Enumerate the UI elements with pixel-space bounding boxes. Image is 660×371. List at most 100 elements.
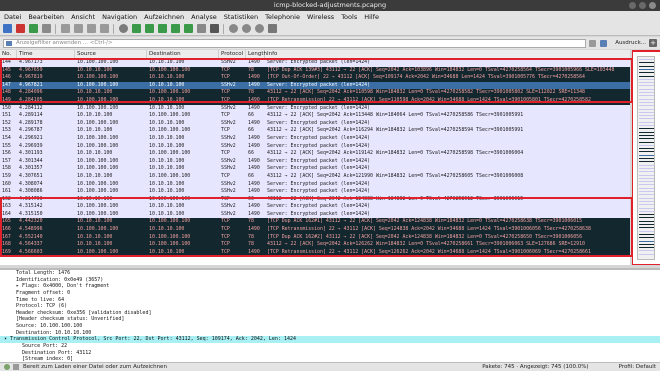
menu-telephony[interactable]: Telephonie [265, 13, 300, 21]
detail-line[interactable]: Source: 10.100.100.100 [0, 323, 660, 330]
packet-cell-info: Server: Encrypted packet (len=1424) [267, 59, 371, 65]
menu-edit[interactable]: Bearbeiten [28, 13, 64, 21]
packet-row[interactable]: 168 4.564337 10.10.10.100 10.100.100.100 TCP… [0, 241, 630, 249]
col-header-length[interactable]: Length [246, 50, 267, 58]
display-filter-input[interactable]: Anzeigefilter anwenden ... <Ctrl-/> [3, 38, 587, 48]
detail-line[interactable]: Source Port: 22 [0, 343, 660, 350]
filter-apply-icon[interactable] [600, 39, 608, 47]
packet-row[interactable]: 145 4.967659 10.10.10.100 10.100.100.100 TCP… [0, 66, 630, 75]
packet-row[interactable]: 151 4.289114 10.10.10.100 10.100.100.100 TCP… [0, 112, 630, 120]
zoom-reset-icon[interactable] [255, 24, 264, 33]
status-profile[interactable]: Profil: Default [619, 364, 656, 370]
resize-columns-icon[interactable] [268, 24, 277, 33]
packet-row[interactable]: 147 4.967821 10.100.100.100 10.10.10.100 SSH… [0, 81, 630, 90]
packet-cell-no: 166 [2, 226, 11, 233]
packet-row[interactable]: 158 4.301357 10.100.100.100 10.10.10.100 SSH… [0, 165, 630, 173]
detail-line[interactable]: ▸ Flags: 0x4000, Don't fragment [0, 283, 660, 290]
save-file-icon[interactable] [74, 24, 83, 33]
packet-row[interactable]: 152 4.289178 10.100.100.100 10.10.10.100 SSH… [0, 119, 630, 128]
capture-comment-icon[interactable] [13, 364, 19, 370]
packet-row[interactable]: 156 4.301193 10.10.10.100 10.100.100.100 TCP… [0, 150, 630, 158]
minimap-track[interactable] [637, 56, 655, 260]
packet-cell-dst: 10.10.10.100 [149, 203, 185, 210]
go-first-icon[interactable] [171, 24, 180, 33]
packet-row[interactable]: 166 4.548996 10.100.100.100 10.10.10.100 TCP… [0, 226, 630, 234]
col-header-time[interactable]: Time [17, 50, 75, 58]
detail-line[interactable]: Destination: 10.10.10.100 [0, 330, 660, 337]
detail-line[interactable]: Protocol: TCP (6) [0, 303, 660, 310]
menu-help[interactable]: Hilfe [364, 13, 379, 21]
colorize-icon[interactable] [210, 24, 219, 33]
packet-row[interactable]: 155 4.296939 10.100.100.100 10.10.10.100 SSH… [0, 142, 630, 151]
expression-button[interactable]: Ausdruck... [615, 40, 646, 46]
col-header-protocol[interactable]: Protocol [219, 50, 246, 58]
open-file-icon[interactable] [61, 24, 70, 33]
stop-capture-icon[interactable] [16, 24, 25, 33]
filter-clear-icon[interactable] [589, 39, 597, 47]
minimap-mark [639, 125, 654, 126]
reload-icon[interactable] [100, 24, 109, 33]
detail-line[interactable]: Fragment offset: 0 [0, 290, 660, 297]
packet-row[interactable]: 160 4.308074 10.100.100.100 10.10.10.100 SSH… [0, 180, 630, 189]
detail-line[interactable]: [Header checksum status: Unverified] [0, 316, 660, 323]
expert-info-icon[interactable] [4, 364, 10, 370]
menu-go[interactable]: Navigation [102, 13, 137, 21]
menu-analyze[interactable]: Analyse [191, 13, 217, 21]
packet-row[interactable]: 149 4.284105 10.100.100.100 10.10.10.100 TCP… [0, 96, 630, 105]
packet-row[interactable]: 148 4.284096 10.10.10.100 10.100.100.100 TCP… [0, 89, 630, 97]
menu-file[interactable]: Datei [4, 13, 21, 21]
menu-capture[interactable]: Aufzeichnen [144, 13, 184, 21]
shark-fin-start-icon[interactable] [3, 24, 12, 33]
packet-row[interactable]: 167 4.552140 10.10.10.100 10.100.100.100 TCP… [0, 233, 630, 242]
detail-line[interactable]: ▾ Transmission Control Protocol, Src Por… [0, 336, 660, 344]
capture-options-icon[interactable] [42, 24, 51, 33]
col-header-info[interactable]: Info [265, 50, 630, 58]
zoom-out-icon[interactable] [242, 24, 251, 33]
detail-line[interactable]: Destination Port: 43112 [0, 350, 660, 357]
detail-line[interactable]: Total Length: 1476 [0, 270, 660, 277]
restart-capture-icon[interactable] [29, 24, 38, 33]
packet-row[interactable]: 159 4.307651 10.10.10.100 10.100.100.100 TCP… [0, 172, 630, 181]
detail-line[interactable]: Header checksum: 0xe356 [validation disa… [0, 310, 660, 317]
detail-line[interactable]: Time to live: 64 [0, 297, 660, 304]
go-forward-icon[interactable] [145, 24, 154, 33]
packet-details-pane[interactable]: Total Length: 1476 Identification: 0x0e49… [0, 268, 660, 362]
packet-row[interactable]: 164 4.315150 10.100.100.100 10.10.10.100 SSH… [0, 210, 630, 219]
packet-row[interactable]: 161 4.308086 10.100.100.100 10.10.10.100 SSH… [0, 188, 630, 196]
packet-row[interactable]: 153 4.296787 10.10.10.100 10.100.100.100 TCP… [0, 127, 630, 135]
menu-wireless[interactable]: Wireless [307, 13, 334, 21]
packet-row[interactable]: 163 4.315142 10.100.100.100 10.10.10.100 SSH… [0, 203, 630, 211]
add-filter-button[interactable]: + [649, 39, 657, 47]
packet-row[interactable]: 157 4.301344 10.100.100.100 10.10.10.100 SSH… [0, 157, 630, 166]
bookmark-icon[interactable] [6, 40, 12, 46]
col-header-no[interactable]: No. [0, 50, 17, 58]
go-back-icon[interactable] [132, 24, 141, 33]
close-file-icon[interactable] [87, 24, 96, 33]
menu-view[interactable]: Ansicht [71, 13, 95, 21]
packet-cell-dst: 10.100.100.100 [149, 218, 191, 225]
packet-cell-no: 156 [2, 150, 11, 157]
go-to-packet-icon[interactable] [158, 24, 167, 33]
detail-line[interactable]: Identification: 0x0e49 (3657) [0, 277, 660, 284]
menu-statistics[interactable]: Statistiken [224, 13, 258, 21]
packet-list[interactable]: No. Time Source Destination Protocol Len… [0, 50, 630, 265]
packet-row[interactable]: 154 4.296921 10.100.100.100 10.10.10.100 SSH… [0, 134, 630, 143]
autoscroll-icon[interactable] [197, 24, 206, 33]
minimize-icon[interactable] [629, 2, 636, 9]
go-last-icon[interactable] [184, 24, 193, 33]
packet-cell-src: 10.100.100.100 [77, 180, 119, 187]
packet-row[interactable]: 144 4.967173 10.100.100.100 10.10.10.100 SSH… [0, 59, 630, 67]
menu-tools[interactable]: Tools [341, 13, 357, 21]
zoom-in-icon[interactable] [229, 24, 238, 33]
packet-row[interactable]: 162 4.314790 10.10.10.100 10.100.100.100 TCP… [0, 195, 630, 204]
col-header-source[interactable]: Source [75, 50, 147, 58]
packet-row[interactable]: 146 4.967819 10.100.100.100 10.10.10.100 TCP… [0, 74, 630, 82]
close-icon[interactable] [649, 2, 656, 9]
find-packet-icon[interactable] [119, 24, 128, 33]
packet-row[interactable]: 150 4.284112 10.100.100.100 10.10.10.100 SSH… [0, 104, 630, 113]
packet-row[interactable]: 165 4.442320 10.10.10.100 10.100.100.100 TCP… [0, 218, 630, 227]
maximize-icon[interactable] [639, 2, 646, 9]
packet-minimap-scrollbar[interactable] [633, 52, 660, 264]
packet-row[interactable]: 169 4.566603 10.100.100.100 10.10.10.100 TCP… [0, 248, 630, 257]
col-header-destination[interactable]: Destination [147, 50, 219, 58]
